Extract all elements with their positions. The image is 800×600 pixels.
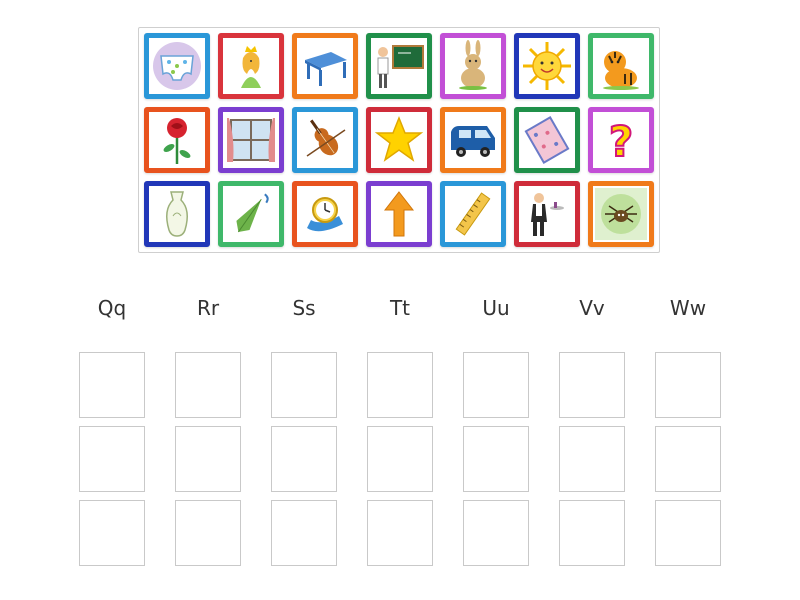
queen-icon bbox=[241, 46, 261, 88]
drop-slot[interactable] bbox=[367, 426, 433, 492]
picture-card-queen[interactable] bbox=[218, 33, 284, 99]
drop-slot[interactable] bbox=[559, 500, 625, 566]
column-heading: Qq bbox=[97, 296, 127, 320]
column-heading: Vv bbox=[579, 296, 605, 320]
picture-card-underpants[interactable] bbox=[144, 33, 210, 99]
window-icon bbox=[227, 118, 275, 162]
tiger-icon bbox=[603, 51, 639, 90]
violin-icon bbox=[306, 119, 346, 157]
ruler-icon bbox=[455, 192, 491, 236]
picture-card-vase[interactable] bbox=[144, 181, 210, 247]
vase-icon bbox=[166, 191, 188, 237]
underpants-icon bbox=[153, 42, 201, 90]
drop-slot[interactable] bbox=[463, 500, 529, 566]
drop-slot[interactable] bbox=[271, 426, 337, 492]
sun-icon bbox=[523, 42, 571, 90]
drop-slot[interactable] bbox=[655, 352, 721, 418]
drop-slot[interactable] bbox=[79, 426, 145, 492]
drop-slot[interactable] bbox=[271, 352, 337, 418]
picture-card-sun[interactable] bbox=[514, 33, 580, 99]
picture-card-star[interactable] bbox=[366, 107, 432, 173]
column-heading: Rr bbox=[196, 296, 220, 320]
picture-card-rabbit[interactable] bbox=[440, 33, 506, 99]
picture-card-question-mark[interactable]: ? bbox=[588, 107, 654, 173]
drop-slot[interactable] bbox=[175, 426, 241, 492]
column-heading: Tt bbox=[389, 296, 411, 320]
picture-card-up-arrow[interactable] bbox=[366, 181, 432, 247]
quilt-icon bbox=[524, 116, 570, 164]
rabbit-icon bbox=[459, 40, 487, 90]
drop-slot[interactable] bbox=[175, 352, 241, 418]
drop-slot[interactable] bbox=[559, 352, 625, 418]
teacher-icon bbox=[377, 45, 424, 88]
drop-slot[interactable] bbox=[655, 426, 721, 492]
up-arrow-icon bbox=[383, 191, 415, 237]
picture-card-teacher[interactable] bbox=[366, 33, 432, 99]
picture-card-tiger[interactable] bbox=[588, 33, 654, 99]
watch-icon bbox=[307, 197, 343, 232]
picture-card-ruler[interactable] bbox=[440, 181, 506, 247]
picture-card-watch[interactable] bbox=[292, 181, 358, 247]
drop-slot[interactable] bbox=[79, 352, 145, 418]
rose-icon bbox=[163, 118, 191, 164]
drop-slot[interactable] bbox=[271, 500, 337, 566]
question-mark-icon: ? bbox=[608, 116, 634, 166]
picture-card-quilt[interactable] bbox=[514, 107, 580, 173]
star-icon bbox=[374, 115, 424, 162]
picture-card-rose[interactable] bbox=[144, 107, 210, 173]
drop-slot[interactable] bbox=[655, 500, 721, 566]
picture-card-umbrella[interactable] bbox=[218, 181, 284, 247]
column-heading: Uu bbox=[482, 296, 510, 320]
web-spider-icon bbox=[595, 188, 647, 240]
table-icon bbox=[305, 52, 347, 86]
drop-slot[interactable] bbox=[367, 500, 433, 566]
umbrella-icon bbox=[236, 193, 269, 233]
drop-slot[interactable] bbox=[463, 426, 529, 492]
picture-card-violin[interactable] bbox=[292, 107, 358, 173]
drop-slot[interactable] bbox=[559, 426, 625, 492]
svg-text:?: ? bbox=[609, 117, 633, 166]
drop-slot[interactable] bbox=[463, 352, 529, 418]
picture-card-van[interactable] bbox=[440, 107, 506, 173]
picture-card-web-spider[interactable] bbox=[588, 181, 654, 247]
drop-slot[interactable] bbox=[175, 500, 241, 566]
drop-slot[interactable] bbox=[367, 352, 433, 418]
column-heading: Ww bbox=[669, 296, 707, 320]
column-heading: Ss bbox=[292, 296, 316, 320]
picture-card-waiter[interactable] bbox=[514, 181, 580, 247]
picture-card-table[interactable] bbox=[292, 33, 358, 99]
waiter-icon bbox=[531, 193, 564, 236]
van-icon bbox=[451, 126, 495, 157]
picture-tray: ? bbox=[138, 27, 660, 253]
drop-slot[interactable] bbox=[79, 500, 145, 566]
picture-card-window[interactable] bbox=[218, 107, 284, 173]
